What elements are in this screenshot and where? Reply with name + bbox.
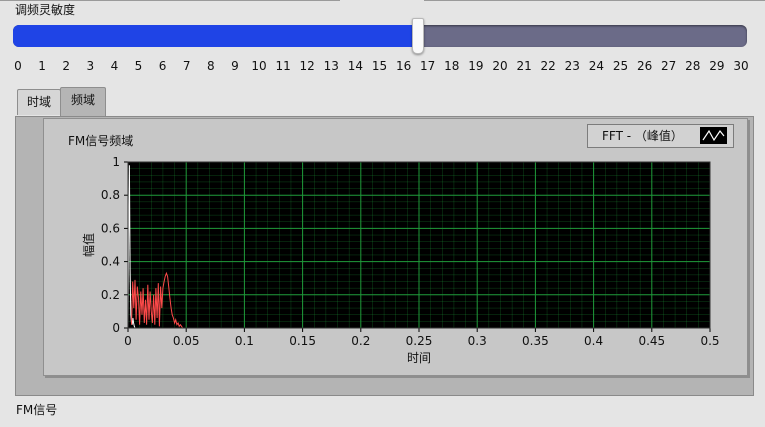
slider-label: 调频灵敏度 bbox=[15, 3, 76, 17]
slider-tick-label: 0 bbox=[14, 59, 22, 73]
slider-fill bbox=[13, 25, 417, 47]
slider-scale: 0 1 2 3 4 5 6 7 8 9 10 11 12 13 14 15 16 17 18 19 20 21 22 23 24… bbox=[0, 50, 765, 74]
sensitivity-slider[interactable] bbox=[13, 18, 747, 54]
y-tick-label: 0.2 bbox=[101, 288, 120, 302]
slider-thumb[interactable] bbox=[411, 18, 424, 54]
slider-tick-label: 22 bbox=[541, 59, 556, 73]
tab-panel: FM信号频域 FFT - （峰值） 0 0.05 0.1 0.15 0.2 0.25 0.3… bbox=[15, 116, 754, 396]
slider-tick-label: 10 bbox=[251, 59, 266, 73]
slider-tick-label: 24 bbox=[589, 59, 604, 73]
y-axis-label: 幅值 bbox=[81, 233, 96, 257]
slider-tick-label: 6 bbox=[159, 59, 167, 73]
y-tick-label: 0.4 bbox=[101, 255, 120, 269]
x-tick-label: 0 bbox=[124, 334, 132, 348]
slider-tick-label: 9 bbox=[231, 59, 239, 73]
top-divider-right bbox=[424, 0, 765, 1]
slider-tick-label: 28 bbox=[685, 59, 700, 73]
slider-scale-svg: 0 1 2 3 4 5 6 7 8 9 10 11 12 13 14 15 16 17 18 19 20 21 22 23 24… bbox=[14, 59, 748, 73]
slider-tick-label: 23 bbox=[565, 59, 580, 73]
slider-tick-label: 2 bbox=[62, 59, 70, 73]
x-tick-label: 0.25 bbox=[406, 334, 433, 348]
slider-tick-label: 7 bbox=[183, 59, 191, 73]
slider-tick-label: 12 bbox=[300, 59, 315, 73]
x-tick-label: 0.5 bbox=[700, 334, 719, 348]
y-tick-label: 0.8 bbox=[101, 188, 120, 202]
slider-tick-label: 3 bbox=[86, 59, 94, 73]
slider-tick-label: 18 bbox=[444, 59, 459, 73]
x-tick-label: 0.3 bbox=[468, 334, 487, 348]
y-tick-label: 1 bbox=[112, 155, 120, 169]
slider-tick-label: 14 bbox=[348, 59, 363, 73]
y-tick-label: 0.6 bbox=[101, 221, 120, 235]
bottom-label: FM信号 bbox=[16, 403, 58, 417]
x-axis-label: 时间 bbox=[407, 351, 431, 365]
x-tick-label: 0.1 bbox=[235, 334, 254, 348]
tab-time-domain[interactable]: 时域 bbox=[17, 89, 61, 115]
x-tick-label: 0.05 bbox=[173, 334, 200, 348]
slider-tick-label: 11 bbox=[275, 59, 290, 73]
y-tick-label: 0 bbox=[112, 321, 120, 335]
tab-time-domain-label: 时域 bbox=[26, 95, 51, 109]
x-tick-label: 0.45 bbox=[638, 334, 665, 348]
slider-tick-label: 15 bbox=[372, 59, 387, 73]
slider-tick-label: 30 bbox=[733, 59, 748, 73]
tab-frequency-domain[interactable]: 频域 bbox=[60, 87, 106, 116]
x-tick-label: 0.4 bbox=[584, 334, 603, 348]
slider-tick-label: 21 bbox=[516, 59, 531, 73]
slider-tick-label: 26 bbox=[637, 59, 652, 73]
slider-tick-label: 4 bbox=[111, 59, 119, 73]
slider-tick-label: 20 bbox=[492, 59, 507, 73]
slider-tick-label: 8 bbox=[207, 59, 215, 73]
x-tick-label: 0.2 bbox=[351, 334, 370, 348]
x-tick-label: 0.15 bbox=[289, 334, 316, 348]
x-tick-label: 0.35 bbox=[522, 334, 549, 348]
slider-tick-label: 5 bbox=[135, 59, 143, 73]
slider-tick-label: 17 bbox=[420, 59, 435, 73]
waveform-graph: FM信号频域 FFT - （峰值） 0 0.05 0.1 0.15 0.2 0.25 0.3… bbox=[43, 118, 748, 376]
slider-tick-label: 29 bbox=[709, 59, 724, 73]
plot-area[interactable]: 0 0.05 0.1 0.15 0.2 0.25 0.3 0.35 0.4 0.45 0.5 0 0.2… bbox=[44, 119, 744, 371]
slider-tick-label: 19 bbox=[468, 59, 483, 73]
slider-tick-label: 16 bbox=[396, 59, 411, 73]
slider-tick-label: 27 bbox=[661, 59, 676, 73]
slider-tick-label: 25 bbox=[613, 59, 628, 73]
tab-frequency-domain-label: 频域 bbox=[70, 93, 95, 107]
slider-tick-label: 1 bbox=[38, 59, 46, 73]
slider-tick-label: 13 bbox=[324, 59, 339, 73]
